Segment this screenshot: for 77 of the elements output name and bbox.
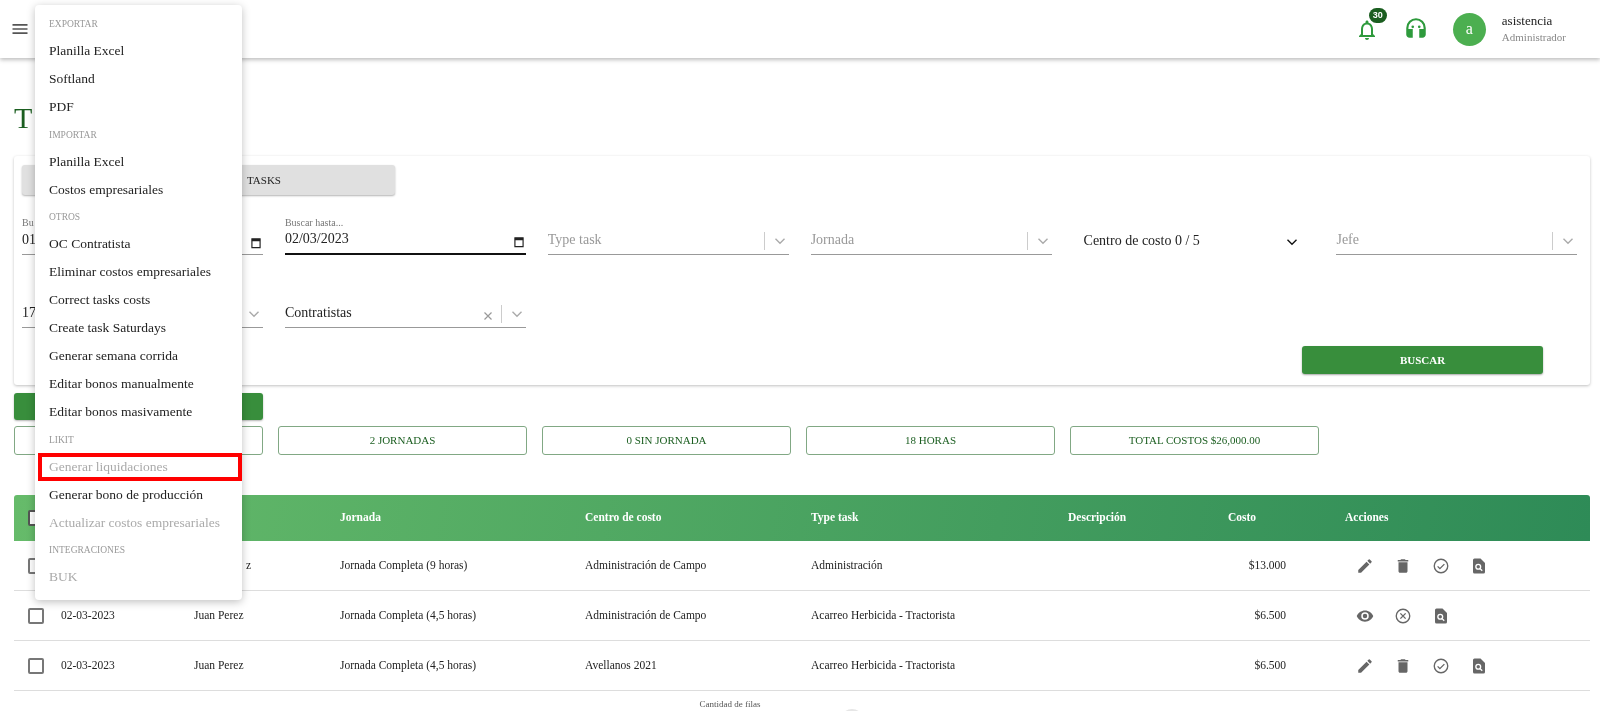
column-header: Costo bbox=[1227, 510, 1258, 526]
menu-item[interactable]: Correct tasks costs bbox=[35, 286, 242, 315]
edit-icon[interactable] bbox=[1356, 656, 1374, 675]
select-field[interactable]: Centro de costo 0 / 5 bbox=[1083, 215, 1301, 255]
page-title: T bbox=[14, 103, 33, 133]
field-value: 01 bbox=[22, 231, 36, 249]
field-value: 17 bbox=[22, 304, 36, 322]
menu-section-label: LIKIT bbox=[49, 433, 74, 447]
table-cell-text: z bbox=[245, 557, 253, 573]
column-header: Descripción bbox=[1068, 510, 1128, 526]
table-cell-text: Juan Perez bbox=[194, 607, 245, 623]
summary-box: TOTAL COSTOS $26,000.00 bbox=[1070, 426, 1319, 455]
summary-box: 2 JORNADAS bbox=[278, 426, 527, 455]
summary-box: 0 SIN JORNADA bbox=[542, 426, 791, 455]
table-cell-text: $6.500 bbox=[1253, 607, 1287, 623]
table-cell-text: Acarreo Herbicida - Tractorista bbox=[811, 657, 956, 673]
menu-item[interactable]: PDF bbox=[35, 93, 242, 122]
table-cell-text: $6.500 bbox=[1253, 657, 1287, 673]
calendar-icon[interactable] bbox=[249, 236, 263, 250]
table-cell-text: Juan Perez bbox=[194, 657, 245, 673]
search-button[interactable]: BUSCAR bbox=[1302, 346, 1543, 374]
tab[interactable]: TASKS bbox=[247, 165, 395, 195]
menu-item[interactable]: Softland bbox=[35, 65, 242, 94]
user-role: Administrador bbox=[1501, 29, 1566, 45]
table-cell-text: Administración bbox=[811, 557, 884, 573]
menu-item[interactable]: Editar bonos masivamente bbox=[35, 398, 242, 427]
placeholder: Type task bbox=[547, 231, 602, 249]
table-cell-text: Jornada Completa (4,5 horas) bbox=[340, 657, 478, 674]
menu-item[interactable]: Eliminar costos empresariales bbox=[35, 258, 242, 287]
row-checkbox[interactable] bbox=[28, 657, 44, 674]
table-cell-text: Acarreo Herbicida - Tractorista bbox=[811, 607, 956, 623]
menu-item[interactable]: OC Contratista bbox=[35, 230, 242, 259]
field-value: 02/03/2023 bbox=[284, 230, 349, 248]
user-name: asistencia bbox=[1501, 12, 1554, 29]
notification-badge: 30 bbox=[1368, 8, 1387, 23]
field-value: Contratistas bbox=[284, 304, 352, 322]
table-cell-text: 02-03-2023 bbox=[61, 657, 116, 673]
field-value: Centro de costo 0 / 5 bbox=[1083, 232, 1200, 250]
edit-icon[interactable] bbox=[1356, 556, 1374, 575]
check-circle-icon[interactable] bbox=[1432, 556, 1450, 575]
menu-section-label: IMPORTAR bbox=[49, 128, 97, 142]
cancel-icon[interactable] bbox=[1394, 606, 1412, 625]
placeholder: Jefe bbox=[1336, 231, 1359, 249]
menu-item[interactable]: Planilla Excel bbox=[35, 148, 242, 176]
document-search-icon[interactable] bbox=[1470, 656, 1488, 675]
column-header: Centro de costo bbox=[585, 510, 663, 526]
select-field[interactable]: Contratistas bbox=[284, 288, 526, 328]
date-field[interactable]: Buscar hasta... 02/03/2023 bbox=[284, 215, 526, 255]
menu-item[interactable]: Create task Saturdays bbox=[35, 314, 242, 343]
field-label: Bu bbox=[22, 216, 34, 230]
table-cell-text: 02-03-2023 bbox=[61, 607, 116, 623]
table-cell-text: Jornada Completa (4,5 horas) bbox=[340, 607, 478, 624]
table-cell-text: $13.000 bbox=[1247, 557, 1287, 573]
summary-box: 18 HORAS bbox=[806, 426, 1055, 455]
menu-item[interactable]: Generar semana corrida bbox=[35, 342, 242, 371]
field-label: Buscar hasta... bbox=[284, 216, 344, 230]
row-checkbox[interactable] bbox=[28, 607, 44, 624]
menu-section-label: INTEGRACIONES bbox=[49, 544, 125, 558]
menu-item[interactable]: Generar bono de producción bbox=[35, 481, 242, 509]
placeholder: Jornada bbox=[810, 231, 855, 249]
rows-per-page-label: Cantidad de filas bbox=[699, 699, 761, 709]
document-search-icon[interactable] bbox=[1470, 556, 1488, 575]
table-cell-text: Administración de Campo bbox=[585, 607, 708, 624]
menu-section-label: OTROS bbox=[49, 211, 81, 225]
table-cell-text: Jornada Completa (9 horas) bbox=[340, 557, 469, 574]
table-cell-text: Avellanos 2021 bbox=[585, 657, 658, 673]
menu-section-label: EXPORTAR bbox=[49, 18, 98, 32]
menu-item[interactable]: Costos empresariales bbox=[35, 176, 242, 204]
column-header: Acciones bbox=[1344, 510, 1390, 526]
document-search-icon[interactable] bbox=[1432, 606, 1450, 625]
check-circle-icon[interactable] bbox=[1432, 656, 1450, 675]
column-header: Type task bbox=[811, 510, 860, 526]
column-header: Jornada bbox=[340, 510, 382, 526]
menu-item[interactable]: Editar bonos manualmente bbox=[35, 370, 242, 399]
table-cell-text: Administración de Campo bbox=[585, 557, 708, 574]
calendar-icon[interactable] bbox=[511, 235, 526, 249]
menu-item[interactable]: Planilla Excel bbox=[35, 37, 242, 66]
